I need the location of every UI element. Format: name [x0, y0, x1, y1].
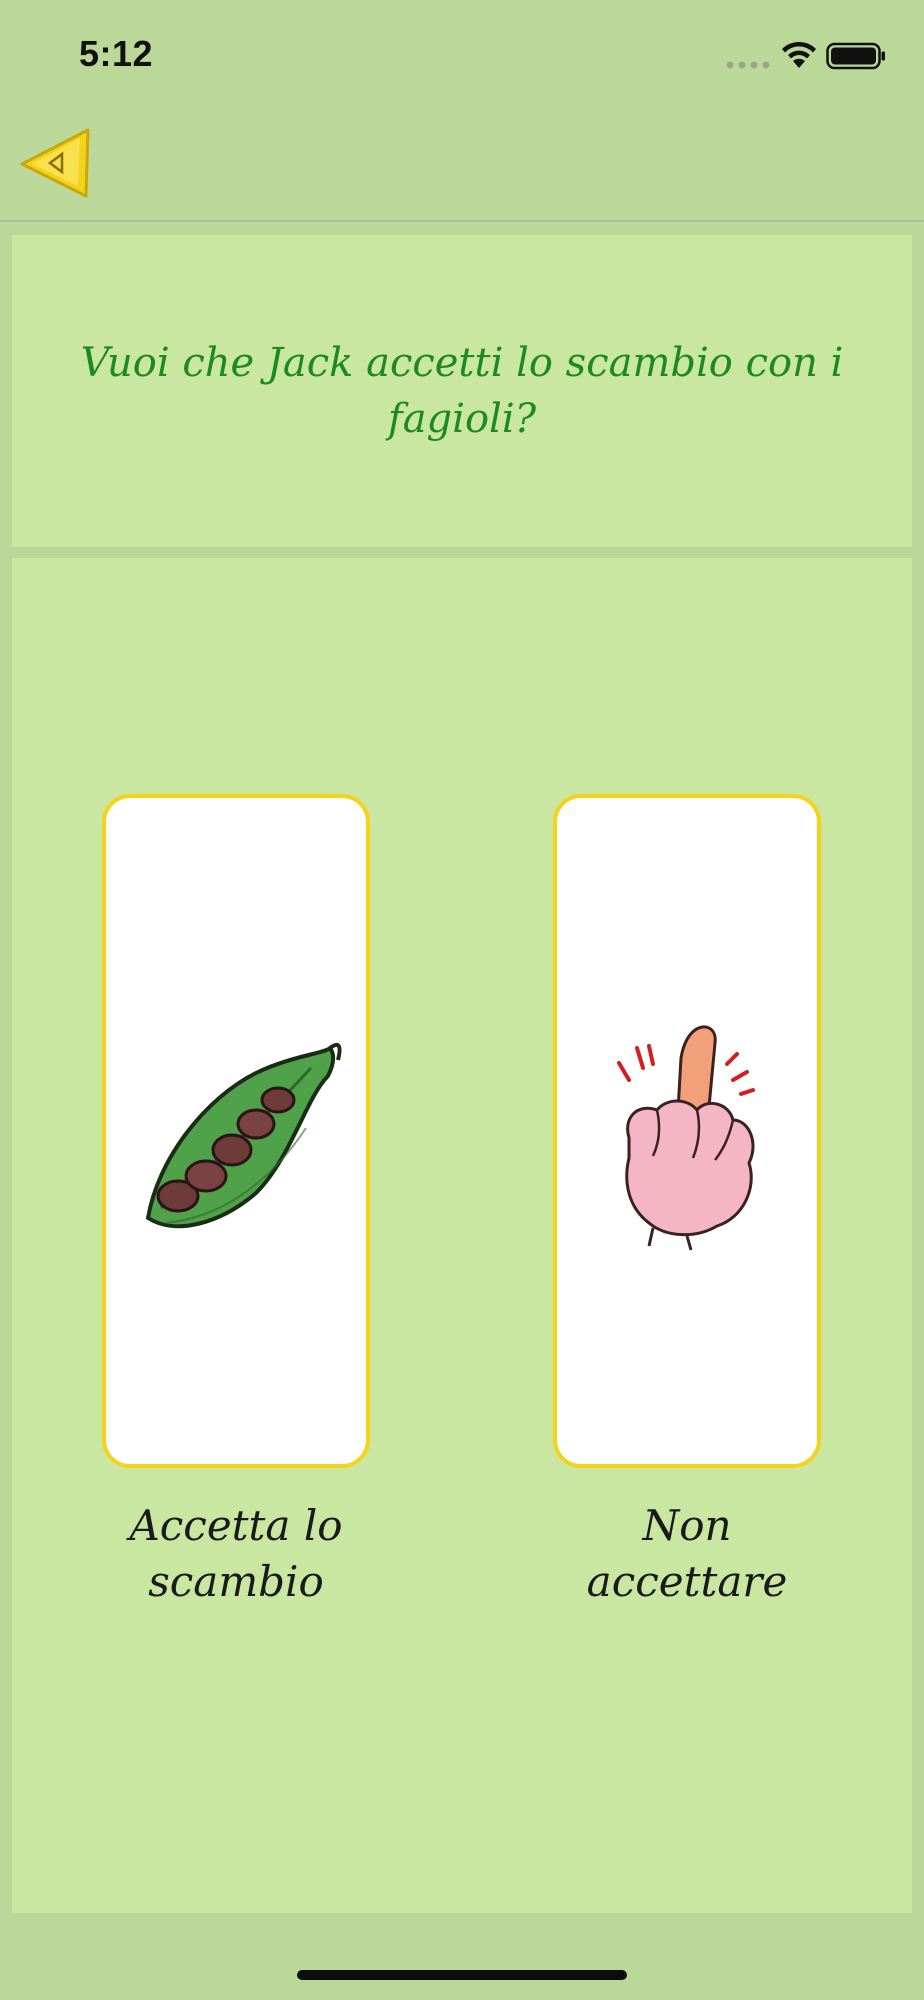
- choice-card-accept[interactable]: [102, 794, 370, 1468]
- home-indicator: [297, 1970, 627, 1980]
- back-arrow-icon: [20, 128, 90, 198]
- choice-label-accept: Accetta lo scambio: [129, 1501, 343, 1606]
- status-bar: 5:12: [0, 0, 924, 112]
- question-text: Vuoi che Jack accetti lo scambio con i f…: [80, 340, 844, 442]
- choice-card-reject[interactable]: [553, 794, 821, 1468]
- raised-finger-hand-icon: [617, 1025, 755, 1251]
- status-time: 5:12: [79, 33, 154, 74]
- back-button[interactable]: [18, 126, 94, 200]
- choice-label-reject: Non accettare: [586, 1501, 788, 1606]
- navigation-bar: [0, 112, 924, 222]
- signal-icon: [726, 61, 770, 69]
- choices-panel: Accetta lo scambio Non accettare: [12, 558, 912, 1913]
- battery-icon: [826, 42, 885, 70]
- bean-pod-icon: [146, 1042, 342, 1229]
- question-panel: Vuoi che Jack accetti lo scambio con i f…: [12, 235, 912, 547]
- app-screen: 5:12 Vuoi che Jack accetti lo scambio co…: [0, 0, 924, 2000]
- wifi-icon: [782, 41, 816, 68]
